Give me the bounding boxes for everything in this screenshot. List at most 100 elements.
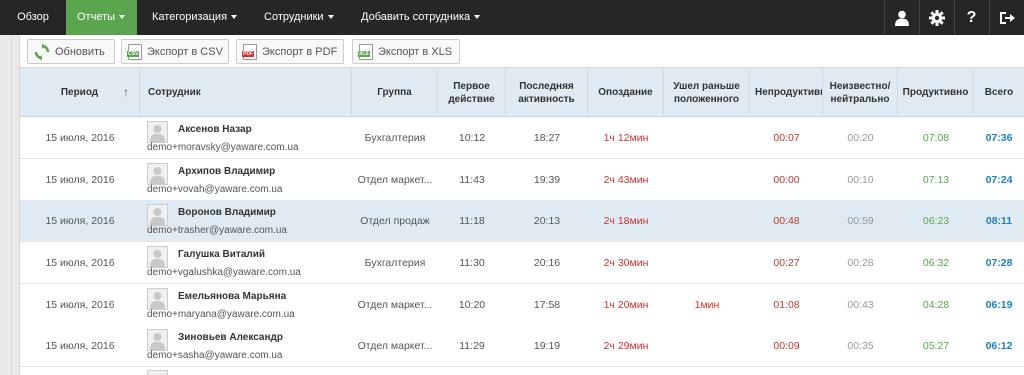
cell-last: 19:39 xyxy=(533,173,561,186)
cell-period: 15 июля, 2016 xyxy=(45,339,115,352)
cell-unknown: 00:35 xyxy=(847,339,874,352)
cell-unproductive: 01:08 xyxy=(773,298,800,311)
nav-reports[interactable]: Отчеты xyxy=(66,0,137,35)
cell-total: 06:12 xyxy=(985,339,1013,352)
cell-unknown: 00:28 xyxy=(847,256,874,269)
avatar xyxy=(147,329,168,351)
cell-unproductive: 00:00 xyxy=(773,173,800,186)
col-productive[interactable]: Продуктивно xyxy=(898,68,974,117)
col-last-activity-label: Последняя активность xyxy=(518,80,575,105)
employee-name[interactable]: Галушка Виталий xyxy=(178,249,265,260)
avatar xyxy=(147,204,168,226)
employee-name[interactable]: Воронов Владимир xyxy=(178,207,276,218)
cell-total: 08:11 xyxy=(985,214,1013,227)
col-late[interactable]: Опоздание xyxy=(588,68,664,117)
export-csv-button[interactable]: CSV Экспорт в CSV xyxy=(121,39,229,64)
col-group[interactable]: Группа xyxy=(352,68,438,117)
col-first-action[interactable]: Первое действие xyxy=(438,68,506,117)
cell-period: 15 июля, 2016 xyxy=(45,131,115,144)
refresh-label: Обновить xyxy=(55,45,105,58)
nav-employees[interactable]: Сотрудники xyxy=(264,0,334,35)
pdf-file-icon: PDF xyxy=(242,43,257,60)
employee-email: demo+vgalushka@yaware.com.ua xyxy=(147,267,301,278)
employee-name[interactable]: Архипов Владимир xyxy=(178,166,275,177)
export-pdf-label: Экспорт в PDF xyxy=(262,45,338,58)
cell-late: 2ч 29мин xyxy=(603,339,649,352)
col-total[interactable]: Всего xyxy=(974,68,1024,117)
top-navbar: Обзор Отчеты Категоризация Сотрудники До… xyxy=(0,0,1024,35)
cell-unknown: 00:10 xyxy=(847,173,874,186)
employee-name[interactable]: Емельянова Марьяна xyxy=(178,291,286,302)
table-row[interactable] xyxy=(20,367,1024,375)
nav-categorization[interactable]: Категоризация xyxy=(152,0,238,35)
cell-unproductive: 00:48 xyxy=(773,214,800,227)
nav-overview[interactable]: Обзор xyxy=(0,0,66,35)
export-pdf-button[interactable]: PDF Экспорт в PDF xyxy=(236,39,344,64)
employee-name[interactable]: Аксенов Назар xyxy=(178,124,252,135)
nav-categorization-label: Категоризация xyxy=(152,11,228,23)
cell-early xyxy=(664,325,750,366)
refresh-icon xyxy=(34,43,50,60)
cell-late: 1ч 12мин xyxy=(603,131,649,144)
csv-file-icon: CSV xyxy=(127,43,142,60)
nav-add-employee[interactable]: Добавить сотрудника xyxy=(361,0,481,35)
table-row[interactable]: 15 июля, 2016 Отдел маркет... 11:29 19:19 2ч… xyxy=(20,325,1024,367)
gear-icon xyxy=(928,9,945,26)
logout-button[interactable] xyxy=(989,0,1023,35)
toolbar: Обновить CSV Экспорт в CSV PDF Экспорт в… xyxy=(0,35,1024,67)
col-unproductive[interactable]: Непродуктивно xyxy=(750,68,823,117)
col-unknown[interactable]: Неизвестно/ нейтрально xyxy=(823,68,898,117)
table-row[interactable]: 15 июля, 2016 Бухгалтерия 10:12 18:27 1ч 12м… xyxy=(20,117,1024,159)
cell-late: 2ч 18мин xyxy=(603,214,649,227)
cell-last: 19:19 xyxy=(533,339,561,352)
col-productive-label: Продуктивно xyxy=(902,87,969,98)
table-row[interactable]: 15 июля, 2016 Отдел продаж 11:18 20:13 2ч 18… xyxy=(20,200,1024,242)
col-period[interactable]: Период ↑ xyxy=(20,68,140,117)
cell-first: 10:20 xyxy=(458,298,486,311)
cell-late: 1ч 20мин xyxy=(603,298,649,311)
cell-unproductive: 00:27 xyxy=(773,256,800,269)
cell-late: 2ч 43мин xyxy=(603,173,649,186)
csv-file-icon-tag: CSV xyxy=(127,50,140,57)
employee-email: demo+vovah@yaware.com.ua xyxy=(147,184,283,195)
cell-group: Бухгалтерия xyxy=(364,131,426,144)
logout-icon xyxy=(999,11,1015,24)
settings-button[interactable] xyxy=(919,0,953,35)
cell-early xyxy=(664,117,750,158)
cell-early: 1мин xyxy=(694,298,720,311)
chevron-down-icon xyxy=(119,15,126,20)
nav-overview-label: Обзор xyxy=(17,11,49,23)
col-employee[interactable]: Сотрудник xyxy=(140,68,352,117)
cell-unknown: 00:20 xyxy=(847,131,874,144)
cell-last: 20:13 xyxy=(533,214,561,227)
cell-unknown: 00:43 xyxy=(847,298,874,311)
chevron-down-icon xyxy=(327,15,334,20)
col-period-label: Период xyxy=(60,87,99,98)
table-header: Период ↑ Сотрудник Группа Первое действи… xyxy=(20,67,1024,117)
cell-total: 07:36 xyxy=(985,131,1013,144)
pdf-file-icon-tag: PDF xyxy=(242,50,254,57)
cell-first: 11:30 xyxy=(459,256,485,269)
table-row[interactable]: 15 июля, 2016 Отдел маркет... 11:43 19:39 2ч… xyxy=(20,159,1024,201)
cell-early xyxy=(664,159,750,200)
left-gutter xyxy=(0,35,12,375)
cell-last: 20:16 xyxy=(533,256,561,269)
chevron-down-icon xyxy=(474,15,481,20)
export-xls-button[interactable]: XLS Экспорт в XLS xyxy=(352,39,460,64)
help-button[interactable]: ? xyxy=(954,0,988,35)
cell-group: Бухгалтерия xyxy=(364,256,426,269)
cell-productive: 04:28 xyxy=(922,298,950,311)
employee-email: demo+maryana@yaware.com.ua xyxy=(147,309,295,320)
user-menu-button[interactable] xyxy=(884,0,918,35)
cell-unproductive: 00:09 xyxy=(773,339,800,352)
cell-period: 15 июля, 2016 xyxy=(45,298,115,311)
chevron-down-icon xyxy=(231,15,238,20)
refresh-button[interactable]: Обновить xyxy=(27,39,115,64)
col-first-action-label: Первое действие xyxy=(448,80,495,105)
table-row[interactable]: 15 июля, 2016 Бухгалтерия 11:30 20:16 2ч 30м… xyxy=(20,242,1024,284)
col-last-activity[interactable]: Последняя активность xyxy=(506,68,588,117)
table-row[interactable]: 15 июля, 2016 Отдел маркет... 10:20 17:58 1ч… xyxy=(20,284,1024,326)
avatar xyxy=(147,246,168,268)
col-left-early[interactable]: Ушел раньше положенного xyxy=(664,68,750,117)
employee-name[interactable]: Зиновьев Александр xyxy=(178,332,283,343)
